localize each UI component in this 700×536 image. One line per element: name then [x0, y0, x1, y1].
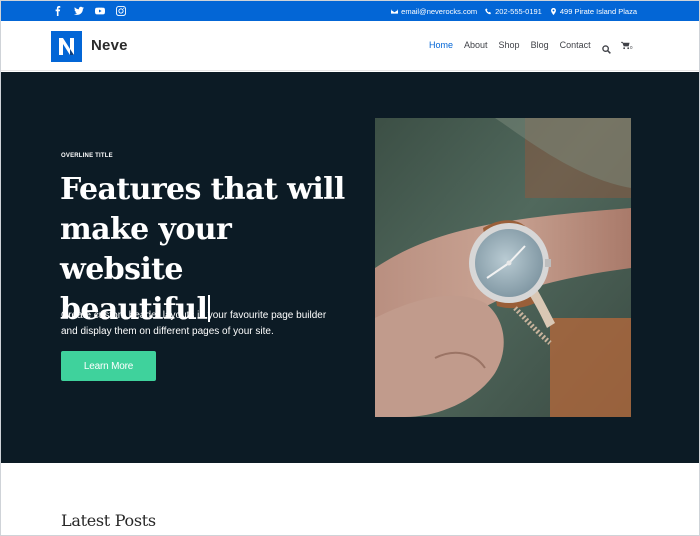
description-line: and display them on different pages of y… — [61, 326, 274, 337]
map-pin-icon — [550, 7, 556, 15]
address-text: 499 Pirate Island Plaza — [559, 6, 637, 16]
instagram-icon[interactable] — [116, 6, 126, 16]
learn-more-button[interactable]: Learn More — [61, 351, 156, 381]
nav-blog[interactable]: Blog — [531, 40, 549, 50]
cart-count: 0 — [630, 45, 633, 50]
address-link[interactable]: 499 Pirate Island Plaza — [550, 7, 637, 16]
site-title[interactable]: Neve — [91, 37, 128, 54]
phone-icon — [485, 7, 492, 14]
contact-info: email@neverocks.com 202-555-0191 499 Pir… — [391, 1, 637, 21]
site-header: Neve Home About Shop Blog Contact 0 — [1, 21, 699, 71]
main-nav: Home About Shop Blog Contact — [429, 40, 591, 50]
nav-home[interactable]: Home — [429, 40, 453, 50]
browser-frame: email@neverocks.com 202-555-0191 499 Pir… — [0, 0, 700, 536]
nav-shop[interactable]: Shop — [499, 40, 520, 50]
search-icon[interactable] — [602, 41, 611, 54]
latest-posts-title: Latest Posts — [61, 511, 156, 530]
nav-contact[interactable]: Contact — [560, 40, 591, 50]
phone-text: 202-555-0191 — [495, 6, 542, 16]
youtube-icon[interactable] — [95, 6, 105, 16]
social-links — [53, 1, 126, 21]
phone-link[interactable]: 202-555-0191 — [485, 7, 542, 16]
site-logo[interactable] — [51, 31, 82, 62]
email-text: email@neverocks.com — [401, 6, 478, 16]
overline-title: OVERLINE TITLE — [61, 153, 113, 159]
nav-about[interactable]: About — [464, 40, 488, 50]
top-bar: email@neverocks.com 202-555-0191 499 Pir… — [1, 1, 699, 21]
headline-line: make your website — [60, 212, 232, 287]
envelope-icon — [391, 8, 399, 14]
facebook-icon[interactable] — [53, 6, 63, 16]
neve-logo-icon — [51, 31, 82, 62]
hero-section: OVERLINE TITLE Features that will make y… — [1, 72, 699, 463]
email-link[interactable]: email@neverocks.com — [391, 7, 477, 16]
hero-headline: Features that will make your website bea… — [60, 170, 360, 330]
hero-image — [375, 118, 631, 417]
hero-description: Create custom header layouts in your fav… — [61, 308, 366, 340]
description-line: Create custom header layouts in your fav… — [61, 310, 327, 321]
cart-icon — [621, 41, 630, 50]
twitter-icon[interactable] — [74, 6, 84, 16]
headline-line: Features that will — [60, 172, 345, 207]
cart-button[interactable]: 0 — [621, 41, 635, 51]
